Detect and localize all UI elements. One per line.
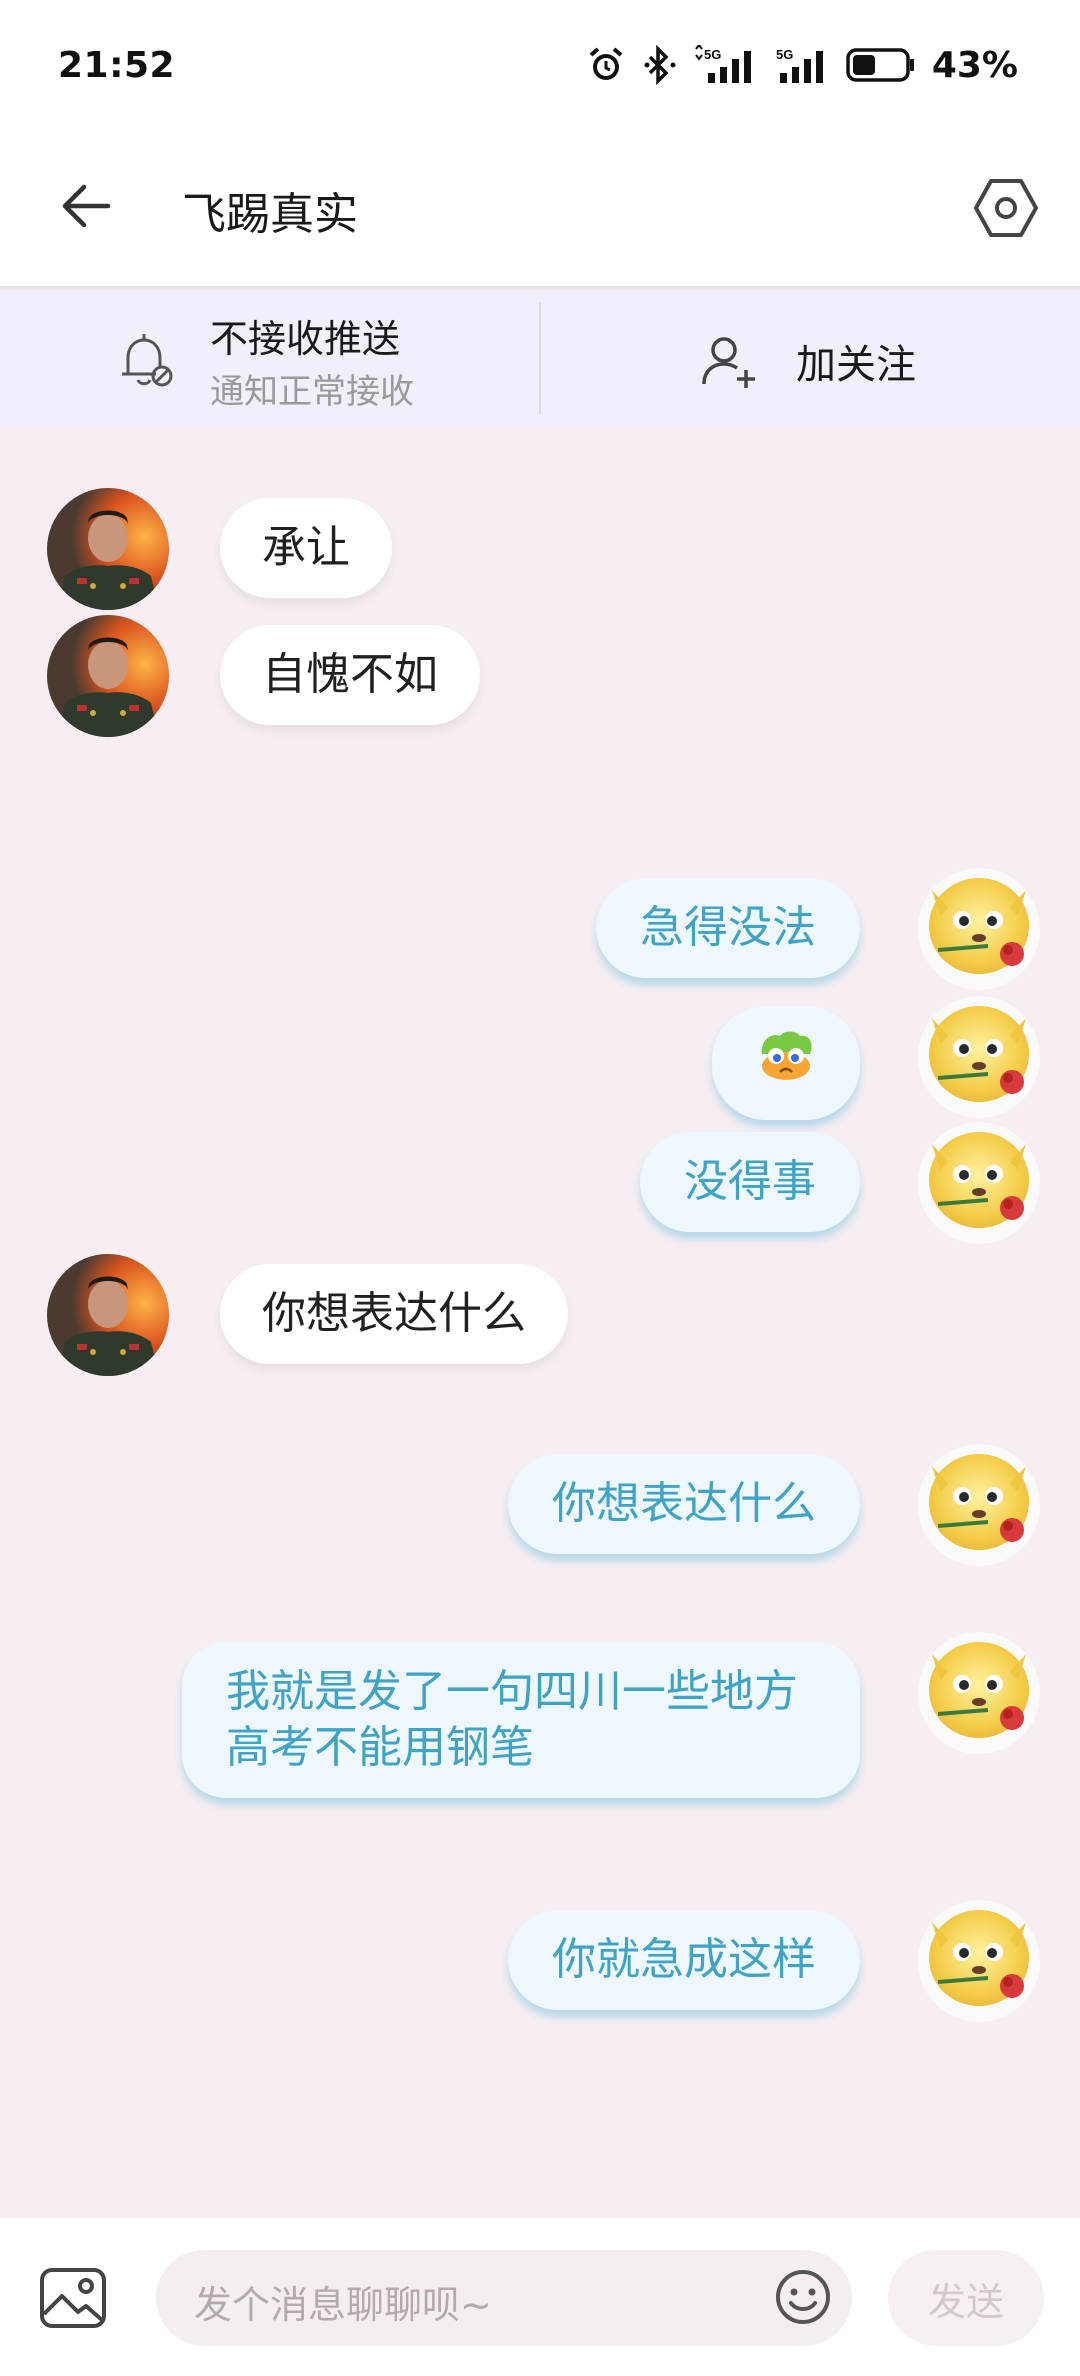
hexagon-settings-icon xyxy=(974,179,1038,237)
battery-percent: 43% xyxy=(931,44,1018,86)
battery-icon xyxy=(846,47,916,83)
contact-avatar[interactable] xyxy=(47,615,169,737)
signal-5g-icon: 5G xyxy=(774,45,830,85)
message-bubble[interactable]: 你想表达什么 xyxy=(220,1264,568,1364)
contact-avatar[interactable] xyxy=(47,1254,169,1376)
emoji-message-bubble[interactable] xyxy=(712,1006,860,1120)
push-setting-title: 不接收推送 xyxy=(210,317,401,361)
bluetooth-icon xyxy=(642,45,678,85)
push-setting-button[interactable]: 不接收推送 通知正常接收 xyxy=(0,290,540,428)
message-bubble[interactable]: 没得事 xyxy=(640,1132,860,1232)
message-input[interactable]: 发个消息聊聊呗~ xyxy=(156,2250,852,2346)
message-bubble[interactable]: 我就是发了一句四川一些地方高考不能用钢笔 xyxy=(182,1642,860,1798)
message-bubble[interactable]: 你就急成这样 xyxy=(508,1910,860,2010)
signal-5g-icon: 5G xyxy=(694,45,758,85)
message-bubble[interactable]: 承让 xyxy=(220,498,392,598)
input-bar: 发个消息聊聊呗~ 发送 xyxy=(0,2218,1080,2376)
alarm-icon xyxy=(586,45,626,85)
message-bubble[interactable]: 急得没法 xyxy=(596,878,860,978)
my-avatar[interactable] xyxy=(918,868,1040,990)
smiley-icon xyxy=(776,2270,830,2324)
settings-button[interactable] xyxy=(968,170,1044,246)
message-bubble[interactable]: 自愧不如 xyxy=(220,625,480,725)
image-picker-button[interactable] xyxy=(38,2266,108,2330)
push-setting-subtitle: 通知正常接收 xyxy=(210,372,414,412)
action-bar: 不接收推送 通知正常接收 加关注 xyxy=(0,290,1080,428)
send-button[interactable]: 发送 xyxy=(888,2250,1044,2346)
crying-emoji-icon xyxy=(761,1031,812,1080)
network-label: 5G xyxy=(704,47,721,62)
chat-title: 飞踢真实 xyxy=(182,189,358,240)
message-bubble[interactable]: 你想表达什么 xyxy=(508,1454,860,1554)
my-avatar[interactable] xyxy=(918,1632,1040,1754)
status-time: 21:52 xyxy=(58,44,176,86)
bell-muted-icon xyxy=(122,334,173,387)
chat-header: 飞踢真实 xyxy=(0,130,1080,288)
image-icon xyxy=(40,2268,106,2328)
status-bar: 21:52 5G 5G 43% xyxy=(0,0,1080,130)
contact-avatar[interactable] xyxy=(47,488,169,610)
add-user-icon xyxy=(702,337,755,388)
back-button[interactable] xyxy=(54,174,118,238)
emoji-button[interactable] xyxy=(774,2268,832,2326)
my-avatar[interactable] xyxy=(918,1900,1040,2022)
status-icons: 5G 5G 43% xyxy=(586,45,1018,86)
my-avatar[interactable] xyxy=(918,996,1040,1118)
message-list[interactable]: 承让 自愧不如 急得没法 没得事 你想表达什么 你想表达什么 我就是发了一句四川… xyxy=(0,428,1080,2218)
arrow-left-icon xyxy=(62,184,111,228)
my-avatar[interactable] xyxy=(918,1122,1040,1244)
network-label: 5G xyxy=(776,47,793,62)
my-avatar[interactable] xyxy=(918,1444,1040,1566)
follow-button[interactable]: 加关注 xyxy=(540,290,1080,428)
message-input-placeholder: 发个消息聊聊呗~ xyxy=(194,2283,492,2327)
follow-label: 加关注 xyxy=(796,342,916,388)
